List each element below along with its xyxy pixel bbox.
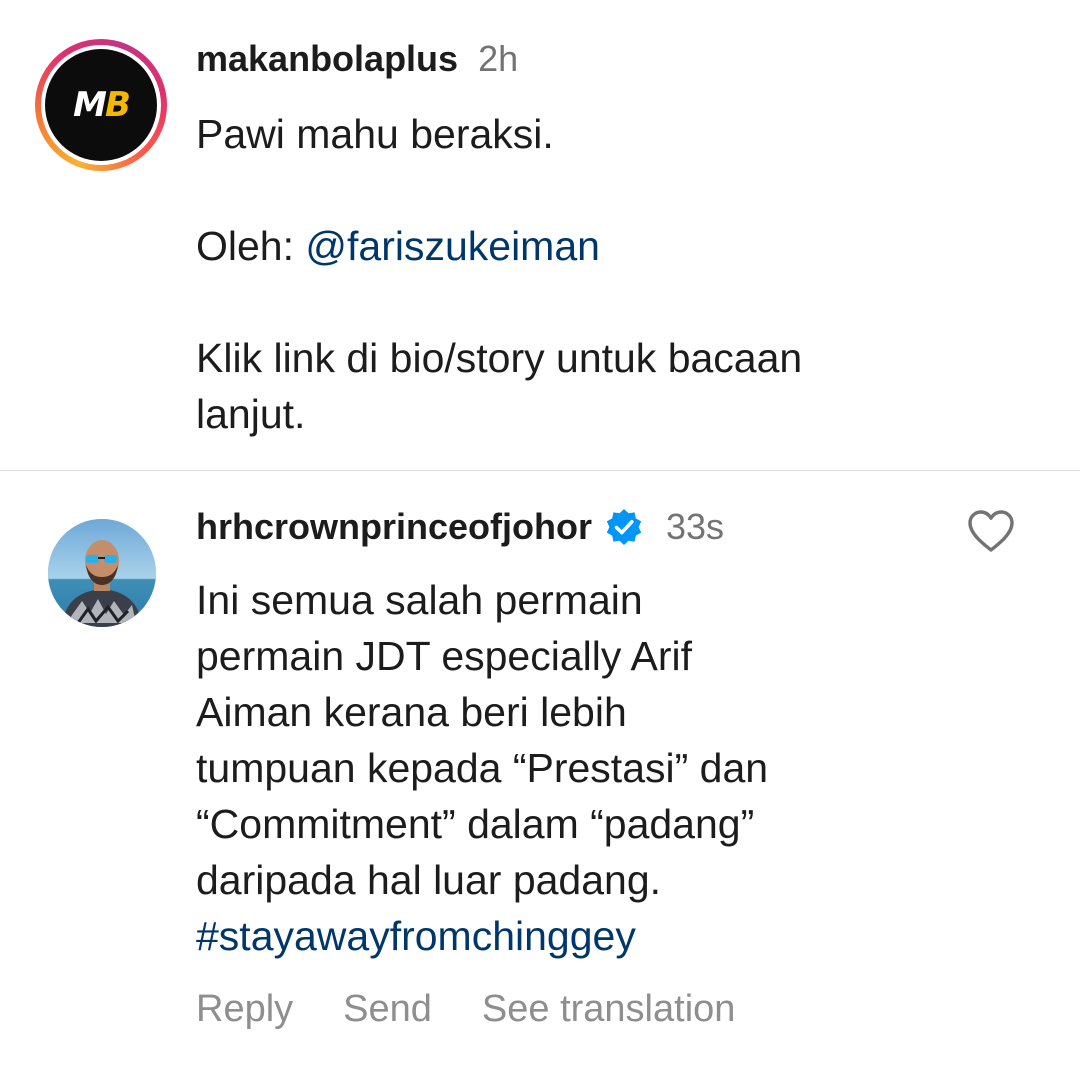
comment-actions: Reply Send See translation (196, 988, 785, 1031)
caption-line: lanjut. (196, 391, 306, 437)
comment-line: Aiman kerana beri lebih (196, 689, 627, 735)
comment-line: Ini semua salah permain (196, 577, 643, 623)
credit-prefix: Oleh: (196, 223, 306, 269)
caption-text: Pawi mahu beraksi. Oleh: @fariszukeiman … (196, 106, 1056, 442)
hashtag-link[interactable]: #stayawayfromchinggey (196, 908, 956, 964)
comment-header: hrhcrownprinceofjohor 33s (196, 502, 724, 552)
commenter-avatar[interactable] (48, 519, 156, 627)
story-ring[interactable]: MB (35, 39, 167, 171)
caption-timestamp: 2h (478, 38, 519, 79)
comment-line: daripada hal luar padang. (196, 857, 662, 903)
caption-credit: Oleh: @fariszukeiman (196, 218, 1056, 274)
send-button[interactable]: Send (343, 988, 432, 1031)
caption-line: Klik link di bio/story untuk bacaan (196, 335, 803, 381)
comment-line: “Commitment” dalam “padang” (196, 801, 755, 847)
comment-timestamp: 33s (666, 506, 725, 547)
comment-line: permain JDT especially Arif (196, 633, 692, 679)
makanbolaplus-avatar[interactable]: MB (45, 49, 157, 161)
caption-divider (0, 470, 1080, 471)
comment-line: tumpuan kepada “Prestasi” dan (196, 745, 769, 791)
caption-username[interactable]: makanbolaplus (196, 38, 458, 80)
heart-outline-icon[interactable] (966, 508, 1016, 554)
reply-button[interactable]: Reply (196, 988, 293, 1031)
mb-logo: MB (73, 85, 131, 125)
verified-badge-icon (604, 507, 644, 547)
mention-link[interactable]: @fariszukeiman (305, 223, 600, 269)
comment-text: Ini semua salah permain permain JDT espe… (196, 572, 956, 964)
caption-line: Pawi mahu beraksi. (196, 111, 554, 157)
post-caption: MB makanbolaplus 2h Pawi mahu beraksi. O… (0, 0, 1080, 470)
caption-header: makanbolaplus 2h (196, 38, 518, 84)
see-translation-button[interactable]: See translation (482, 988, 736, 1031)
comment-username[interactable]: hrhcrownprinceofjohor (196, 506, 592, 548)
commenter-photo (48, 519, 156, 627)
